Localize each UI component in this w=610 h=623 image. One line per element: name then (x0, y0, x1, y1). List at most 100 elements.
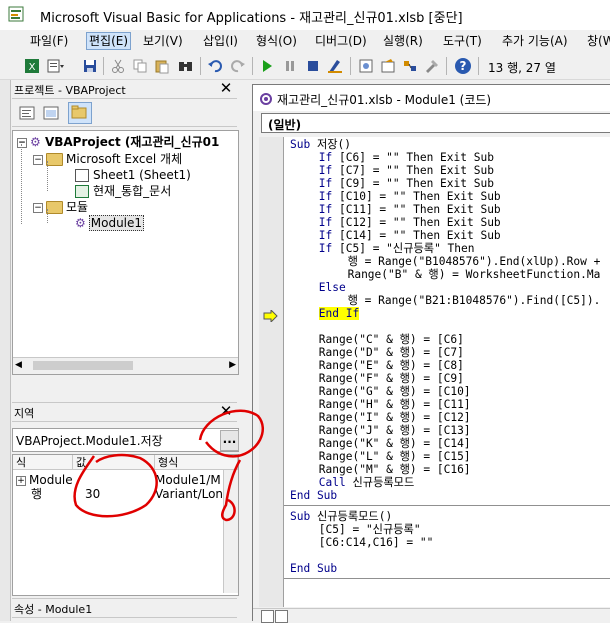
code-line[interactable]: Range("J" & 행) = [C13] (319, 424, 471, 437)
tree-node-modules[interactable]: − 모듈 (33, 199, 88, 215)
code-line[interactable]: Range("K" & 행) = [C14] (319, 437, 471, 450)
code-line[interactable]: If [C5] = "신규등록" Then (319, 242, 475, 255)
tree-node-sheet1[interactable]: Sheet1 (Sheet1) (75, 167, 191, 183)
project-tree-hscrollbar[interactable]: ◀ ▶ (13, 357, 238, 374)
code-line[interactable]: If [C14] = "" Then Exit Sub (319, 229, 501, 242)
menu-item[interactable]: 형식(O) (256, 33, 297, 49)
project-explorer-icon[interactable] (356, 56, 376, 76)
code-line[interactable]: 행 = Range("B1048576").End(xlUp).Row + (348, 255, 601, 268)
column-header-value[interactable]: 값 (73, 455, 155, 470)
menu-item[interactable]: 도구(T) (443, 33, 482, 49)
expand-icon[interactable]: + (16, 475, 26, 486)
insert-module-icon[interactable] (46, 56, 66, 76)
code-line[interactable]: If [C9] = "" Then Exit Sub (319, 177, 494, 190)
tree-node-vbaproject[interactable]: − ⚙ VBAProject (재고관리_신규01 (17, 134, 219, 150)
code-text: 신규등록모드 (345, 476, 415, 489)
code-text: 행 = Range("B21:B1048576").Find([C5]). (347, 294, 601, 307)
code-keyword: If (318, 216, 333, 229)
code-line[interactable]: Call 신규등록모드 (319, 476, 414, 489)
redo-icon[interactable] (228, 56, 248, 76)
code-line[interactable]: If [C12] = "" Then Exit Sub (319, 216, 501, 229)
code-line[interactable]: [C6:C14,C16] = "" (319, 536, 434, 549)
code-line[interactable]: If [C11] = "" Then Exit Sub (319, 203, 501, 216)
tree-node-module1[interactable]: ⚙ Module1 (75, 215, 145, 231)
object-combo[interactable]: (일반) (261, 113, 610, 133)
code-line[interactable]: If [C10] = "" Then Exit Sub (319, 190, 501, 203)
locals-pane-close-icon[interactable]: ✕ (218, 403, 234, 419)
object-browser-icon[interactable] (400, 56, 420, 76)
tree-node-excel-objects[interactable]: − Microsoft Excel 개체 (33, 151, 182, 167)
column-header-type[interactable]: 형식 (155, 455, 238, 470)
properties-window-icon[interactable] (378, 56, 398, 76)
code-line[interactable]: Range("F" & 행) = [C9] (319, 372, 464, 385)
view-excel-icon[interactable]: X (22, 56, 42, 76)
code-line[interactable]: Range("L" & 행) = [C15] (319, 450, 471, 463)
code-text: 저장() (310, 138, 352, 151)
code-line[interactable]: Range("G" & 행) = [C10] (319, 385, 471, 398)
view-code-icon[interactable] (18, 104, 36, 122)
code-line[interactable]: End Sub (290, 489, 337, 502)
menu-item[interactable]: 파일(F) (30, 33, 68, 49)
tree-node-thisworkbook[interactable]: 현재_통합_문서 (75, 183, 171, 199)
code-line[interactable]: Range("C" & 행) = [C6] (319, 333, 464, 346)
code-line[interactable]: Range("D" & 행) = [C7] (319, 346, 464, 359)
code-keyword: If (318, 164, 333, 177)
left-dock-edge (0, 80, 11, 621)
collapse-icon[interactable]: − (33, 202, 43, 213)
break-icon[interactable] (280, 56, 300, 76)
menu-item[interactable]: 실행(R) (383, 33, 423, 49)
toolbox-icon[interactable] (422, 56, 442, 76)
code-line[interactable]: Range("M" & 행) = [C16] (319, 463, 471, 476)
call-stack-button[interactable]: ... (220, 430, 239, 451)
menu-item[interactable]: 추가 기능(A) (502, 33, 568, 49)
copy-icon[interactable] (130, 56, 150, 76)
code-line[interactable]: Range("I" & 행) = [C12] (319, 411, 471, 424)
menu-item[interactable]: 보기(V) (143, 33, 183, 49)
code-text: Range("M" & 행) = [C16] (318, 463, 471, 476)
code-line[interactable]: Range("E" & 행) = [C8] (319, 359, 464, 372)
code-line[interactable]: 행 = Range("B21:B1048576").Find([C5]). (348, 294, 601, 307)
help-icon[interactable]: ? (453, 56, 473, 76)
paste-icon[interactable] (152, 56, 172, 76)
collapse-icon[interactable]: − (33, 154, 43, 165)
code-text: [C14] = "" Then Exit Sub (332, 229, 501, 242)
design-mode-icon[interactable] (326, 56, 346, 76)
menu-item[interactable]: 창(W) (587, 33, 610, 49)
locals-row-value[interactable]: 30 (85, 487, 145, 501)
menu-item[interactable]: 디버그(D) (315, 33, 367, 49)
cut-icon[interactable] (108, 56, 128, 76)
code-keyword: Call (318, 476, 346, 489)
view-object-icon[interactable] (42, 104, 60, 122)
locals-vscrollbar[interactable] (223, 470, 238, 593)
table-row[interactable]: +Module1 (16, 473, 73, 487)
save-icon[interactable] (80, 56, 100, 76)
menu-item[interactable]: 삽입(I) (203, 33, 238, 49)
code-line[interactable]: Sub 저장() (290, 138, 351, 151)
code-line[interactable]: Else (319, 281, 346, 294)
reset-icon[interactable] (303, 56, 323, 76)
full-module-view-icon[interactable] (275, 610, 288, 623)
code-line[interactable]: If [C6] = "" Then Exit Sub (319, 151, 494, 164)
run-icon[interactable] (257, 56, 277, 76)
code-line[interactable]: [C5] = "신규등록" (319, 523, 421, 536)
code-keyword: If (318, 151, 333, 164)
code-line[interactable]: If [C7] = "" Then Exit Sub (319, 164, 494, 177)
code-line[interactable]: Sub 신규등록모드() (290, 510, 392, 523)
column-header-expression[interactable]: 식 (13, 455, 73, 470)
code-margin[interactable] (259, 137, 284, 607)
undo-icon[interactable] (205, 56, 225, 76)
find-icon[interactable] (176, 56, 196, 76)
scroll-thumb[interactable] (33, 361, 133, 370)
properties-pane-header: 속성 - Module1 (12, 598, 237, 618)
toggle-folders-icon[interactable] (68, 102, 92, 124)
code-line[interactable]: End If (318, 307, 360, 320)
code-line[interactable]: Range("B" & 행) = WorksheetFunction.Ma (348, 268, 601, 281)
code-line[interactable]: Range("H" & 행) = [C11] (319, 398, 471, 411)
project-pane-close-icon[interactable]: ✕ (218, 80, 234, 96)
procedure-view-icon[interactable] (261, 610, 274, 623)
code-line[interactable]: End Sub (290, 562, 337, 575)
menu-item[interactable]: 편집(E) (86, 32, 132, 50)
code-text: Range("B" & 행) = WorksheetFunction.Ma (347, 268, 601, 281)
locals-row-expression[interactable]: 행 (31, 487, 71, 501)
code-editor[interactable]: Sub 저장() If [C6] = "" Then Exit Sub If [C7… (284, 137, 610, 607)
